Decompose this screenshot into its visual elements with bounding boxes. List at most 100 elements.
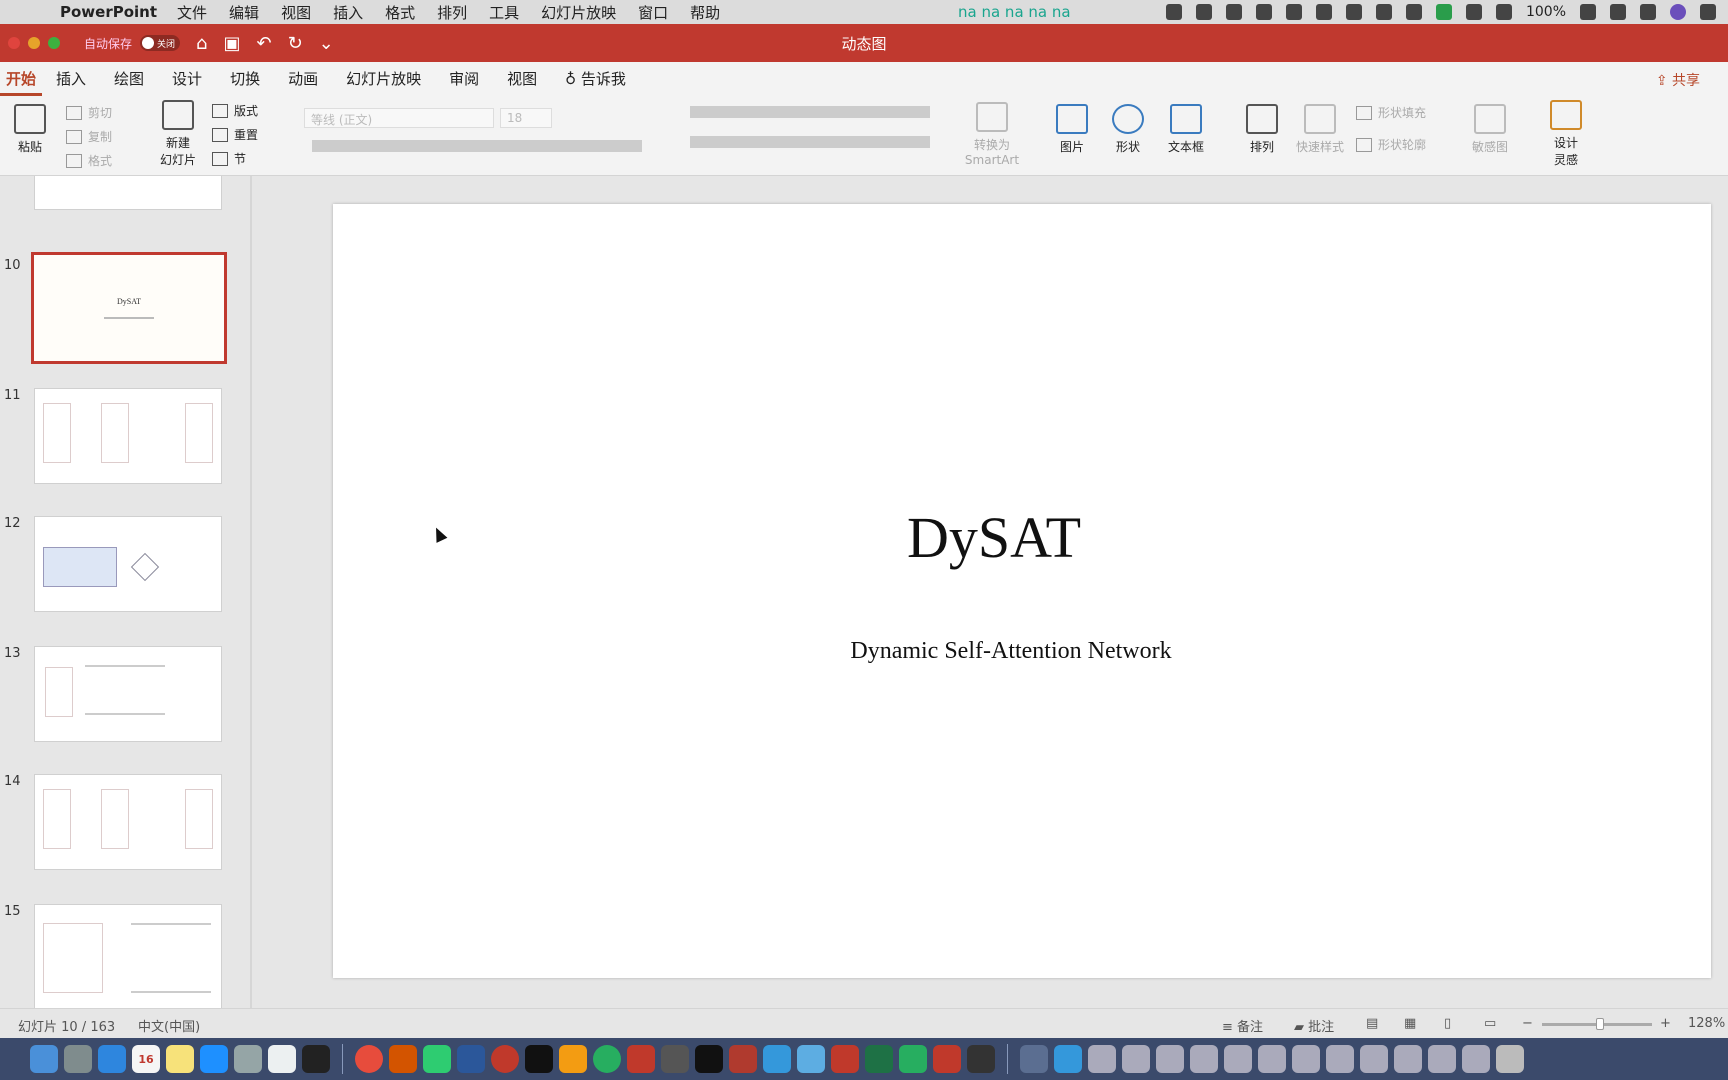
- launchpad-icon[interactable]: [64, 1045, 92, 1073]
- pdf-expert-icon[interactable]: [831, 1045, 859, 1073]
- safari-icon[interactable]: [98, 1045, 126, 1073]
- slideshow-view-icon[interactable]: ▭: [1484, 1016, 1496, 1031]
- menu-tools[interactable]: 工具: [489, 2, 519, 23]
- minimized-window-icon[interactable]: [1292, 1045, 1320, 1073]
- prev-track-icon[interactable]: [1165, 4, 1182, 20]
- trash-icon[interactable]: [1496, 1045, 1524, 1073]
- minimize-window-button[interactable]: [28, 37, 40, 49]
- maps-icon[interactable]: [593, 1045, 621, 1073]
- search-app-icon[interactable]: [1375, 4, 1392, 20]
- shapes-button[interactable]: 形状: [1106, 104, 1150, 155]
- normal-view-icon[interactable]: ▤: [1366, 1016, 1378, 1031]
- filezilla-icon[interactable]: [729, 1045, 757, 1073]
- powerpoint-icon[interactable]: [389, 1045, 417, 1073]
- undo-icon[interactable]: ↶: [256, 33, 271, 54]
- green-app-icon[interactable]: [1435, 4, 1452, 20]
- thumbnail-slide-12[interactable]: [34, 516, 222, 612]
- notes-app-icon[interactable]: [166, 1045, 194, 1073]
- minimized-window-icon[interactable]: [1190, 1045, 1218, 1073]
- tab-design[interactable]: 设计: [158, 62, 216, 96]
- tab-review[interactable]: 审阅: [435, 62, 493, 96]
- tab-insert[interactable]: 插入: [42, 62, 100, 96]
- tab-draw[interactable]: 绘图: [100, 62, 158, 96]
- globe-icon[interactable]: [1285, 4, 1302, 20]
- close-window-button[interactable]: [8, 37, 20, 49]
- facetime-icon[interactable]: [967, 1045, 995, 1073]
- layout-button[interactable]: 版式: [212, 102, 258, 119]
- word-icon[interactable]: [457, 1045, 485, 1073]
- share-button[interactable]: ⇪ 共享: [1656, 70, 1700, 90]
- slide-canvas[interactable]: DySAT Dynamic Self-Attention Network: [333, 204, 1711, 978]
- tab-view[interactable]: 视图: [493, 62, 551, 96]
- menu-arrange[interactable]: 排列: [437, 2, 467, 23]
- zoom-window-button[interactable]: [48, 37, 60, 49]
- play-icon[interactable]: [1195, 4, 1212, 20]
- tab-home[interactable]: 开始: [0, 62, 43, 96]
- youdao-icon[interactable]: [933, 1045, 961, 1073]
- comments-button[interactable]: ▰ 批注: [1294, 1016, 1334, 1035]
- reading-view-icon[interactable]: ▯: [1444, 1016, 1451, 1031]
- slide-title[interactable]: DySAT: [333, 504, 1655, 571]
- chrome-icon[interactable]: [355, 1045, 383, 1073]
- tab-animations[interactable]: 动画: [274, 62, 332, 96]
- spotlight-icon[interactable]: [1640, 4, 1656, 20]
- minimized-window-icon[interactable]: [1224, 1045, 1252, 1073]
- minimized-window-icon[interactable]: [1462, 1045, 1490, 1073]
- panel-divider[interactable]: [250, 176, 252, 1008]
- tab-slideshow[interactable]: 幻灯片放映: [332, 62, 435, 96]
- sketch-button[interactable]: 敏感图: [1466, 104, 1514, 155]
- wechat-icon[interactable]: [423, 1045, 451, 1073]
- sublime-icon[interactable]: [559, 1045, 587, 1073]
- home-icon[interactable]: ⌂: [196, 33, 207, 54]
- xmind-icon[interactable]: [627, 1045, 655, 1073]
- menu-insert[interactable]: 插入: [333, 2, 363, 23]
- heart-icon[interactable]: [1255, 4, 1272, 20]
- wifi-icon[interactable]: [1495, 4, 1512, 20]
- send-icon[interactable]: [1315, 4, 1332, 20]
- convert-smartart-button[interactable]: 转换为 SmartArt: [962, 102, 1022, 167]
- quick-styles-button[interactable]: 快速样式: [1292, 104, 1348, 155]
- save-icon[interactable]: ▣: [223, 33, 240, 54]
- slide-sorter-icon[interactable]: ▦: [1404, 1016, 1416, 1031]
- menu-file[interactable]: 文件: [177, 2, 207, 23]
- menu-format[interactable]: 格式: [385, 2, 415, 23]
- section-button[interactable]: 节: [212, 150, 246, 167]
- app-store-icon[interactable]: [200, 1045, 228, 1073]
- thumbnail-slide-10[interactable]: DySAT: [31, 252, 227, 364]
- menu-slideshow[interactable]: 幻灯片放映: [541, 2, 616, 23]
- copy-button[interactable]: 复制: [66, 128, 112, 145]
- thumbnail-slide-9[interactable]: [34, 176, 222, 210]
- font-size-select[interactable]: 18: [500, 108, 552, 128]
- format-painter-button[interactable]: 格式: [66, 152, 112, 169]
- netease-music-icon[interactable]: [491, 1045, 519, 1073]
- zoom-slider-handle[interactable]: [1596, 1018, 1604, 1030]
- slide-subtitle[interactable]: Dynamic Self-Attention Network: [333, 638, 1689, 665]
- shape-outline-button[interactable]: 形状轮廓: [1356, 136, 1426, 153]
- menu-edit[interactable]: 编辑: [229, 2, 259, 23]
- finder-icon[interactable]: [30, 1045, 58, 1073]
- redo-icon[interactable]: ↻: [288, 33, 303, 54]
- baidu-netdisk-icon[interactable]: [797, 1045, 825, 1073]
- clock-icon[interactable]: [1610, 4, 1626, 20]
- iterm-icon[interactable]: [695, 1045, 723, 1073]
- pycharm-icon[interactable]: [525, 1045, 553, 1073]
- thumbnail-slide-15[interactable]: [34, 904, 222, 1008]
- keynote-icon[interactable]: [899, 1045, 927, 1073]
- minimized-window-icon[interactable]: [1122, 1045, 1150, 1073]
- preview-icon[interactable]: [268, 1045, 296, 1073]
- thumbnail-slide-13[interactable]: [34, 646, 222, 742]
- zoom-out-icon[interactable]: −: [1522, 1016, 1533, 1031]
- menu-window[interactable]: 窗口: [638, 2, 668, 23]
- wechat-icon[interactable]: [1345, 4, 1362, 20]
- thumbnail-slide-14[interactable]: [34, 774, 222, 870]
- minimized-window-icon[interactable]: [1428, 1045, 1456, 1073]
- calendar-icon[interactable]: 16: [132, 1045, 160, 1073]
- zotero-icon[interactable]: [661, 1045, 689, 1073]
- language-indicator[interactable]: 中文(中国): [138, 1016, 200, 1035]
- tab-transitions[interactable]: 切换: [216, 62, 274, 96]
- minimized-window-icon[interactable]: [1360, 1045, 1388, 1073]
- new-slide-button[interactable]: 新建 幻灯片: [156, 100, 200, 168]
- font-name-select[interactable]: 等线 (正文): [304, 108, 494, 128]
- arrange-button[interactable]: 排列: [1240, 104, 1284, 155]
- excel-icon[interactable]: [865, 1045, 893, 1073]
